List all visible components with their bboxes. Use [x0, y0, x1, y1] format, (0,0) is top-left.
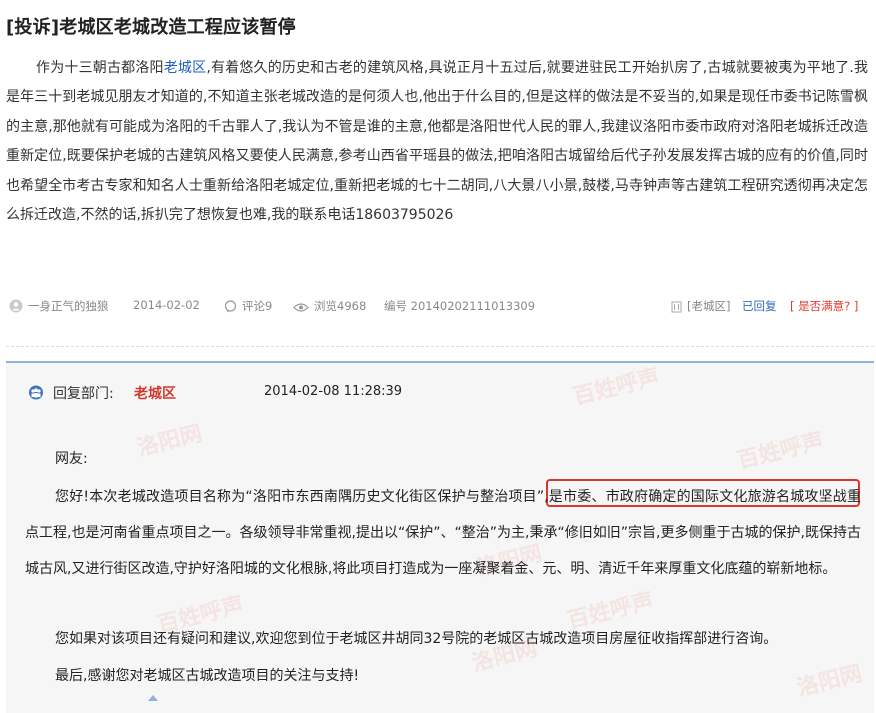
comment-bubble-icon	[224, 300, 237, 313]
page-title: [投诉]老城区老城改造工程应该暂停	[6, 17, 296, 38]
reply-dept-name[interactable]: 老城区	[134, 383, 176, 403]
views-count: 浏览4968	[314, 299, 367, 313]
reply-header: 回复部门: 老城区 2014-02-08 11:28:39	[6, 363, 874, 413]
reply-paragraph-2: 您如果对该项目还有疑问和建议,欢迎您到位于老城区井胡同32号院的老城区古城改造项…	[55, 631, 778, 647]
reply-paragraph-1-highlighted: ,是市委、市政府确定的国际文化旅游名城攻坚战重	[544, 489, 861, 505]
author-name: 一身正气的独狼	[28, 299, 109, 313]
eye-icon	[293, 303, 309, 312]
reply-status[interactable]: 已回复	[742, 298, 777, 314]
district-link[interactable]: 老城区	[164, 60, 207, 76]
panel-pointer	[148, 695, 158, 701]
post-date: 2014-02-02	[133, 298, 200, 312]
reply-paragraph-3: 最后,感谢您对老城区古城改造项目的关注与支持!	[55, 668, 360, 684]
reply-greeting: 网友:	[55, 451, 88, 467]
section-divider	[6, 346, 874, 347]
reply-paragraph-1-c: 点工程,也是河南省重点项目之一。各级领导非常重视,提出以“保护”、“整治”为主,…	[25, 525, 861, 577]
serial-number: 编号 20140202111013309	[384, 299, 536, 313]
reply-paragraph-1-a: 您好!本次老城改造项目名称为“洛阳市东西南隅历史文化街区保护与整治项目”	[55, 489, 545, 505]
post-body-text-2: ,有着悠久的历史和古老的建筑风格,具说正月十五过后,就要进驻民工开始扒房了,古城…	[6, 60, 868, 224]
reply-dept-label: 回复部门:	[53, 386, 114, 402]
reply-timestamp: 2014-02-08 11:28:39	[264, 384, 403, 399]
people-group-icon	[29, 385, 43, 400]
author-item[interactable]: 一身正气的独狼	[9, 298, 109, 314]
post-body-text-1: 作为十三朝古都洛阳	[36, 60, 164, 76]
post-body: 作为十三朝古都洛阳老城区,有着悠久的历史和古老的建筑风格,具说正月十五过后,就要…	[6, 54, 868, 230]
official-reply-panel: 百姓呼声 洛阳网 百姓呼声 洛阳网 百姓呼声 百姓呼声 洛阳网 洛阳网 回复部门…	[6, 361, 874, 713]
district-tag-label: [老城区]	[687, 299, 731, 313]
user-avatar-icon	[9, 299, 23, 313]
comments-count: 评论9	[242, 299, 273, 313]
reply-paragraph-1: 您好!本次老城改造项目名称为“洛阳市东西南隅历史文化街区保护与整治项目”,是市委…	[25, 479, 861, 587]
post-meta-bar: 一身正气的独狼 2014-02-02 评论9 浏览4968 编号 2014020…	[6, 292, 866, 318]
views-item: 浏览4968	[293, 298, 366, 314]
district-tag[interactable]: [老城区]	[671, 298, 730, 314]
building-icon	[671, 301, 682, 313]
satisfaction-link[interactable]: [ 是否满意? ]	[790, 298, 858, 314]
comments-item[interactable]: 评论9	[224, 298, 272, 314]
